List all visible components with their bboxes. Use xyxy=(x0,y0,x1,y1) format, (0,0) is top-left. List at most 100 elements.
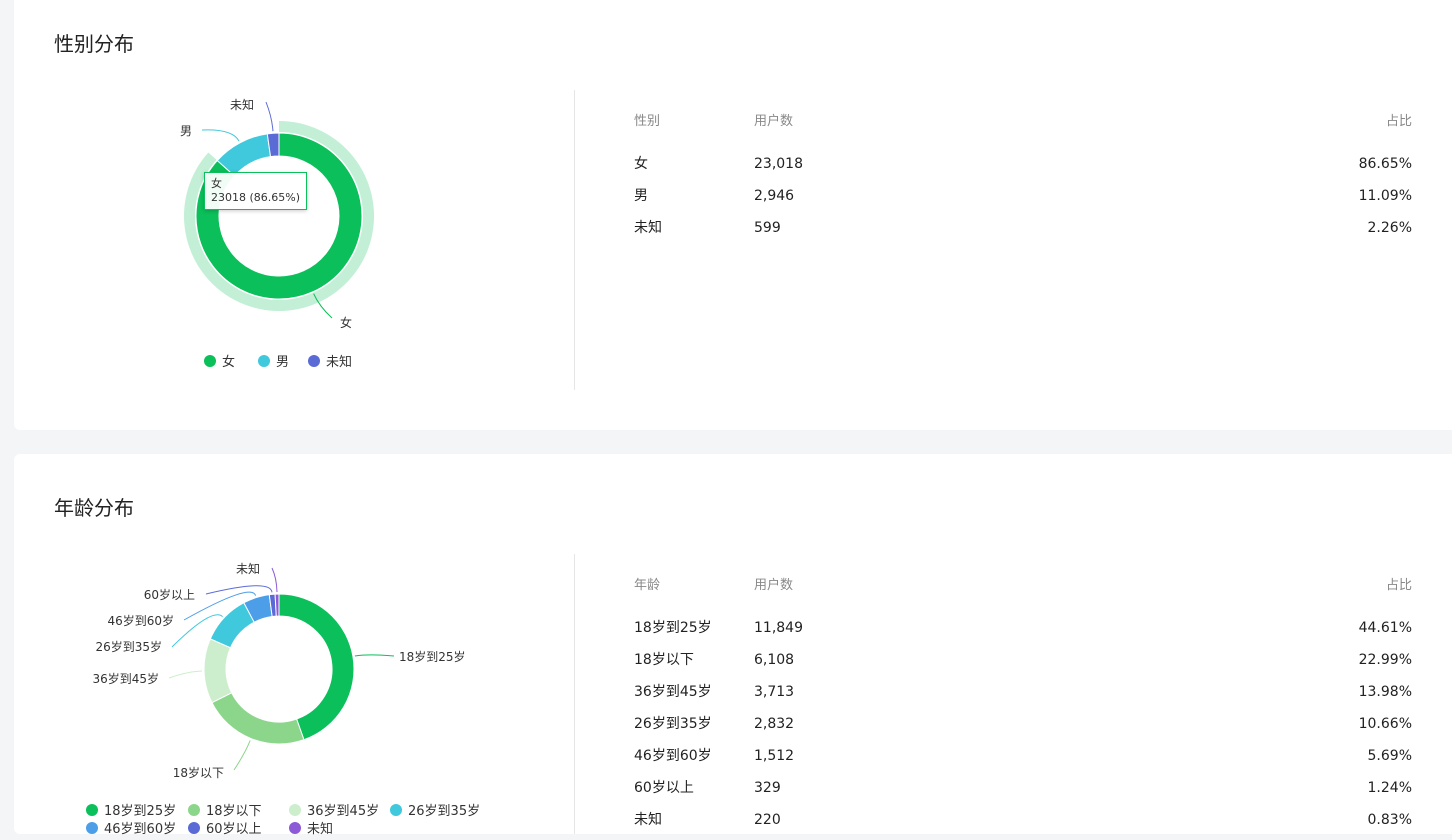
row-users: 2,946 xyxy=(754,188,795,204)
tooltip-name: 女 xyxy=(211,177,222,190)
row-ratio: 13.98% xyxy=(1358,684,1412,700)
leader-line xyxy=(354,654,395,657)
row-label: 46岁到60岁 xyxy=(634,748,712,764)
legend-label: 46岁到60岁 xyxy=(104,822,177,837)
row-ratio: 2.26% xyxy=(1367,220,1412,236)
legend-item[interactable]: 36岁到45岁 xyxy=(289,800,379,819)
divider xyxy=(574,90,575,390)
leader-line xyxy=(168,670,203,679)
table-row: 60岁以上 329 1.24% xyxy=(634,772,1412,804)
legend-item[interactable]: 26岁到35岁 xyxy=(390,800,480,819)
row-users: 220 xyxy=(754,812,781,828)
row-ratio: 0.83% xyxy=(1367,812,1412,828)
row-ratio: 22.99% xyxy=(1358,652,1412,668)
leader-line xyxy=(201,129,240,142)
slice-label: 女 xyxy=(340,315,352,330)
header-users: 用户数 xyxy=(754,578,794,593)
header-ratio: 占比 xyxy=(1385,114,1412,129)
row-label: 18岁到25岁 xyxy=(634,620,712,636)
legend-item[interactable]: 18岁以下 xyxy=(188,800,262,819)
row-users: 3,713 xyxy=(754,684,795,700)
row-label: 未知 xyxy=(634,812,662,828)
row-label: 36岁到45岁 xyxy=(634,684,712,700)
row-ratio: 44.61% xyxy=(1358,620,1412,636)
table-row: 18岁到25岁 11,849 44.61% xyxy=(634,612,1412,644)
row-users: 329 xyxy=(754,780,781,796)
legend-dot-icon xyxy=(258,355,270,367)
legend-label: 男 xyxy=(276,355,290,370)
header-age: 年龄 xyxy=(634,578,661,593)
age-legend: 18岁到25岁 18岁以下 36岁到45岁 26岁到35岁 46岁到60岁 60岁以上 未知 xyxy=(86,800,546,840)
row-ratio: 5.69% xyxy=(1367,748,1412,764)
slice-label: 46岁到60岁 xyxy=(107,613,174,628)
leader-line xyxy=(205,585,273,595)
age-table: 年龄 用户数 占比 18岁到25岁 11,849 44.61% 18岁以下 6,108 2… xyxy=(634,574,1412,836)
table-header: 性别 用户数 占比 xyxy=(634,110,1412,130)
row-label: 女 xyxy=(634,156,648,172)
legend-label: 18岁以下 xyxy=(206,804,262,819)
pie-slice[interactable] xyxy=(278,593,355,741)
tooltip-value: 23018 (86.65%) xyxy=(211,191,301,204)
legend-dot-icon xyxy=(289,804,301,816)
legend-label: 36岁到45岁 xyxy=(307,804,380,819)
legend-label: 未知 xyxy=(326,355,353,370)
table-row: 46岁到60岁 1,512 5.69% xyxy=(634,740,1412,772)
header-gender: 性别 xyxy=(634,114,661,129)
slice-label: 18岁到25岁 xyxy=(399,649,466,664)
row-ratio: 1.24% xyxy=(1367,780,1412,796)
legend-item[interactable]: 46岁到60岁 xyxy=(86,818,176,837)
pie-slice[interactable] xyxy=(211,692,305,745)
row-ratio: 10.66% xyxy=(1358,716,1412,732)
age-donut-chart: 18岁到25岁 18岁以下 36岁到45岁 26岁到35岁 46岁到60岁 60岁以上 未知 xyxy=(92,562,466,780)
row-users: 23,018 xyxy=(754,156,803,172)
slice-label: 36岁到45岁 xyxy=(92,671,159,686)
table-row: 未知 599 2.26% xyxy=(634,212,1412,244)
row-users: 599 xyxy=(754,220,781,236)
divider xyxy=(574,554,575,834)
legend-item[interactable]: 未知 xyxy=(289,818,333,837)
legend-dot-icon xyxy=(86,804,98,816)
table-row: 未知 220 0.83% xyxy=(634,804,1412,836)
slice-label: 男 xyxy=(180,124,192,138)
row-users: 6,108 xyxy=(754,652,795,668)
row-users: 2,832 xyxy=(754,716,795,732)
row-label: 18岁以下 xyxy=(634,652,694,668)
table-row: 男 2,946 11.09% xyxy=(634,180,1412,212)
gender-tooltip: 女 23018 (86.65%) xyxy=(204,172,308,210)
legend-label: 女 xyxy=(222,355,236,370)
header-ratio: 占比 xyxy=(1385,578,1412,593)
legend-dot-icon xyxy=(390,804,402,816)
legend-label: 18岁到25岁 xyxy=(104,804,177,819)
slice-label: 26岁到35岁 xyxy=(95,639,162,654)
slice-label: 未知 xyxy=(230,98,254,112)
legend-item[interactable]: 60岁以上 xyxy=(188,818,262,837)
legend-label: 未知 xyxy=(307,822,334,837)
gender-card: 性别分布 女男未知 女 23018 (86.65%) 女男未知 性别 用户数 占… xyxy=(14,0,1452,430)
legend-item[interactable]: 女 xyxy=(204,351,235,370)
legend-dot-icon xyxy=(188,804,200,816)
legend-item[interactable]: 18岁到25岁 xyxy=(86,800,176,819)
gender-table: 性别 用户数 占比 女 23,018 86.65% 男 2,946 11.09% 未知 599… xyxy=(634,110,1412,244)
leader-line xyxy=(265,101,274,132)
legend-item[interactable]: 未知 xyxy=(308,351,352,370)
slice-label: 60岁以上 xyxy=(144,587,195,602)
row-users: 1,512 xyxy=(754,748,795,764)
leader-line xyxy=(233,740,251,771)
row-ratio: 86.65% xyxy=(1358,156,1412,172)
row-users: 11,849 xyxy=(754,620,803,636)
pie-slice[interactable] xyxy=(274,593,280,617)
table-row: 女 23,018 86.65% xyxy=(634,148,1412,180)
pie-slice[interactable] xyxy=(203,638,233,704)
legend-label: 60岁以上 xyxy=(206,822,262,837)
legend-dot-icon xyxy=(204,355,216,367)
row-label: 男 xyxy=(634,188,648,204)
legend-label: 26岁到35岁 xyxy=(408,804,481,819)
table-header: 年龄 用户数 占比 xyxy=(634,574,1412,594)
slice-label: 18岁以下 xyxy=(173,765,224,780)
slice-label: 未知 xyxy=(236,562,260,576)
gender-legend: 女 男 未知 xyxy=(204,351,404,370)
legend-item[interactable]: 男 xyxy=(258,351,289,370)
row-ratio: 11.09% xyxy=(1358,188,1412,204)
table-row: 26岁到35岁 2,832 10.66% xyxy=(634,708,1412,740)
row-label: 未知 xyxy=(634,220,662,236)
